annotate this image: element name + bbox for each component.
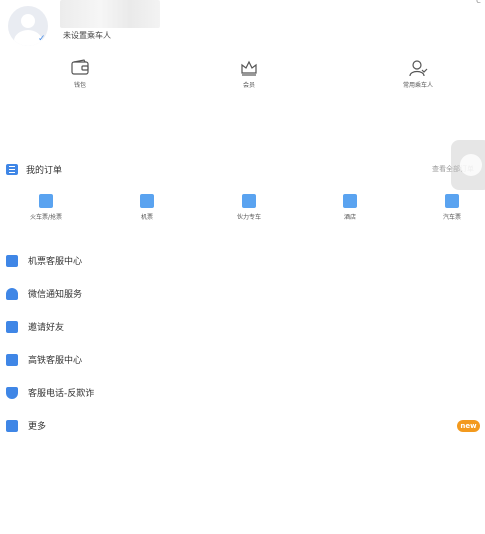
passenger-icon <box>409 60 428 77</box>
order-label: 火车票/抢票 <box>29 214 63 221</box>
member-entry[interactable]: 会员 <box>209 58 289 89</box>
train-icon <box>39 194 53 208</box>
order-label: 汽车票 <box>442 214 461 221</box>
order-train[interactable]: 火车票/抢票 <box>16 194 76 221</box>
order-label: 酒店 <box>343 214 356 221</box>
bell-icon <box>6 288 18 300</box>
hotel-icon <box>343 194 357 208</box>
order-label: 伙力专车 <box>236 214 261 221</box>
more-icon <box>6 420 18 432</box>
service-label: 高铁客服中心 <box>28 356 83 366</box>
car-icon <box>242 194 256 208</box>
order-list-line <box>9 166 15 167</box>
new-badge: new <box>457 420 480 432</box>
service-label: 机票客服中心 <box>28 257 83 267</box>
service-rail-support[interactable]: 高铁客服中心 <box>6 352 206 368</box>
order-list-line <box>9 169 15 170</box>
service-label: 邀请好友 <box>28 323 65 333</box>
bus-icon <box>445 194 459 208</box>
crown-icon <box>241 60 257 76</box>
member-label: 会员 <box>242 82 255 89</box>
order-label: 机票 <box>140 214 153 221</box>
gift-icon <box>6 321 18 333</box>
wallet-entry[interactable]: 钱包 <box>40 58 120 89</box>
service-label: 更多 <box>28 422 47 432</box>
avatar-head <box>21 14 35 28</box>
plane-icon <box>140 194 154 208</box>
passengers-label: 常用乘车人 <box>402 82 433 89</box>
corner-mark: c <box>476 0 481 6</box>
service-label: 客服电话-反欺诈 <box>28 389 95 399</box>
order-list-icon <box>6 164 18 175</box>
order-bus[interactable]: 汽车票 <box>422 194 482 221</box>
order-flight[interactable]: 机票 <box>117 194 177 221</box>
service-label: 微信通知服务 <box>28 290 83 300</box>
train-service-icon <box>6 354 18 366</box>
username-blurred <box>60 0 160 28</box>
order-list-line <box>9 172 15 173</box>
shield-phone-icon <box>6 387 18 399</box>
wallet-label: 钱包 <box>73 82 86 89</box>
order-hotel[interactable]: 酒店 <box>320 194 380 221</box>
passengers-entry[interactable]: 常用乘车人 <box>378 58 458 89</box>
order-car[interactable]: 伙力专车 <box>219 194 279 221</box>
passenger-hint[interactable]: 未设置乘车人 <box>63 30 111 41</box>
floating-button[interactable] <box>451 140 485 190</box>
wallet-icon <box>71 59 89 75</box>
my-orders-title: 我的订单 <box>26 166 63 176</box>
service-flight-support[interactable]: 机票客服中心 <box>6 253 206 269</box>
plane-service-icon <box>6 255 18 267</box>
service-invite-friends[interactable]: 邀请好友 <box>6 319 206 335</box>
service-antifraud-phone[interactable]: 客服电话-反欺诈 <box>6 385 206 401</box>
floating-button-dot <box>460 154 482 176</box>
service-more[interactable]: 更多 <box>6 418 206 434</box>
service-wechat-notify[interactable]: 微信通知服务 <box>6 286 206 302</box>
profile-page: ✓ 未设置乘车人 c 钱包 会员 常用乘车人 我的订单 查看全部订单 火车票/抢… <box>0 0 485 534</box>
check-icon: ✓ <box>38 34 46 44</box>
